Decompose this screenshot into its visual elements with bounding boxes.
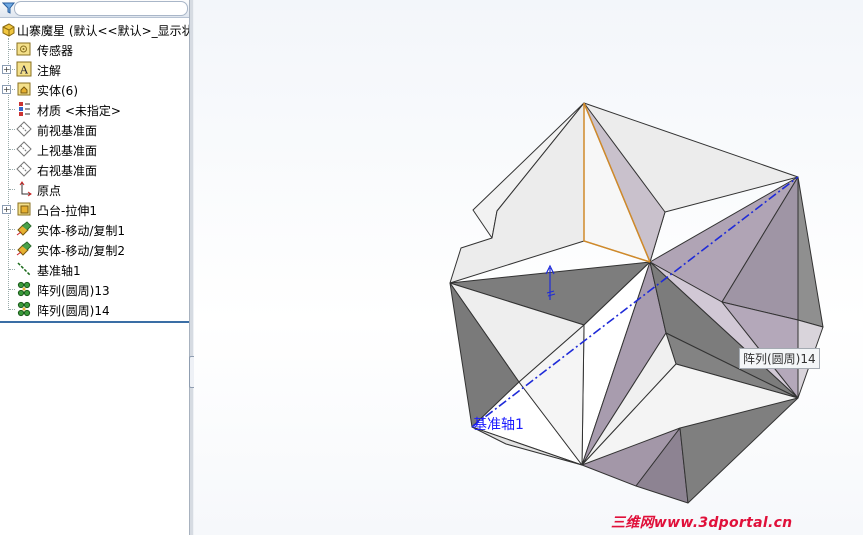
axis-icon	[17, 262, 31, 276]
tree-item[interactable]: 基准轴1	[0, 259, 189, 279]
graphics-viewport[interactable]: 阵列(圆周)14 基准轴1 三维网www.3dportal.cn	[194, 0, 863, 535]
tree-guide-line	[9, 269, 15, 270]
tree-item[interactable]: 实体-移动/复制1	[0, 219, 189, 239]
tree-item-label: 前视基准面	[37, 124, 98, 138]
tree-item-label: 传感器	[37, 44, 74, 58]
tree-item[interactable]: 阵列(圆周)13	[0, 279, 189, 299]
annotation-icon: A	[16, 61, 32, 77]
tree-guide-line	[9, 289, 15, 290]
tree-guide-line	[9, 109, 15, 110]
tree-guide-line	[9, 149, 15, 150]
tree-item-label: 阵列(圆周)14	[37, 304, 110, 318]
circular-pattern-icon	[17, 281, 31, 297]
tree-item-label: 原点	[37, 184, 62, 198]
model-face	[797, 176, 824, 328]
sensor-icon	[16, 42, 31, 56]
feature-manager-panel: 山寨魔星 (默认<<默认>_显示状 传感器 + A 注解 + 实体(6) 材质 <未指定> 前…	[0, 0, 189, 535]
tree-item[interactable]: 材质 <未指定>	[0, 99, 189, 119]
tree-item[interactable]: 上视基准面	[0, 139, 189, 159]
tree-guide-line	[9, 189, 15, 190]
tree-guide-line	[9, 249, 15, 250]
tree-root-part[interactable]: 山寨魔星 (默认<<默认>_显示状	[0, 20, 189, 40]
panel-divider	[0, 321, 189, 323]
plane-icon	[16, 121, 32, 137]
tree-item[interactable]: + 凸台-拉伸1	[0, 199, 189, 219]
tree-guide-line	[9, 49, 15, 50]
tree-item-label: 右视基准面	[37, 164, 98, 178]
tree-guide-line	[9, 309, 15, 310]
tree-item[interactable]: 原点	[0, 179, 189, 199]
tree-item-label: 阵列(圆周)13	[37, 284, 110, 298]
datum-axis-label[interactable]: 基准轴1	[473, 414, 524, 434]
filter-bar	[0, 0, 189, 18]
tree-item[interactable]: 实体-移动/复制2	[0, 239, 189, 259]
extrude-icon	[17, 202, 31, 216]
part-icon	[2, 23, 15, 37]
tree-item[interactable]: + A 注解	[0, 59, 189, 79]
move-copy-icon	[16, 221, 32, 236]
tree-item[interactable]: 右视基准面	[0, 159, 189, 179]
tree-guide-line	[9, 89, 15, 90]
tree-item-label: 凸台-拉伸1	[37, 204, 97, 218]
svg-text:A: A	[19, 64, 29, 77]
circular-pattern-icon	[17, 301, 31, 317]
tree-item-label: 上视基准面	[37, 144, 98, 158]
tree-item[interactable]: 前视基准面	[0, 119, 189, 139]
tree-root-label: 山寨魔星 (默认<<默认>_显示状	[17, 24, 189, 38]
tree-item[interactable]: 阵列(圆周)14	[0, 299, 189, 319]
watermark-text: 三维网www.3dportal.cn	[611, 515, 793, 531]
tree-item-label: 基准轴1	[37, 264, 81, 278]
tree-item-label: 材质 <未指定>	[37, 104, 121, 118]
solid-bodies-icon	[17, 82, 31, 96]
3d-model[interactable]	[194, 0, 863, 535]
tree-item[interactable]: 传感器	[0, 39, 189, 59]
tree-item-label: 实体-移动/复制2	[37, 244, 126, 258]
tree-item[interactable]: + 实体(6)	[0, 79, 189, 99]
tree-guide-line	[9, 129, 15, 130]
feature-tooltip: 阵列(圆周)14	[739, 348, 820, 369]
tree-guide-line	[9, 209, 15, 210]
tree-item-label: 注解	[37, 64, 62, 78]
plane-icon	[16, 161, 32, 177]
origin-icon	[19, 181, 32, 197]
plane-icon	[16, 141, 32, 157]
tree-item-label: 实体-移动/复制1	[37, 224, 126, 238]
model-face	[449, 102, 585, 284]
tree-guide-line	[9, 69, 15, 70]
move-copy-icon	[16, 241, 32, 256]
tree-guide-line	[9, 229, 15, 230]
tree-item-label: 实体(6)	[37, 84, 78, 98]
filter-input[interactable]	[14, 1, 188, 16]
material-icon	[19, 102, 30, 116]
tree-guide-line	[9, 169, 15, 170]
